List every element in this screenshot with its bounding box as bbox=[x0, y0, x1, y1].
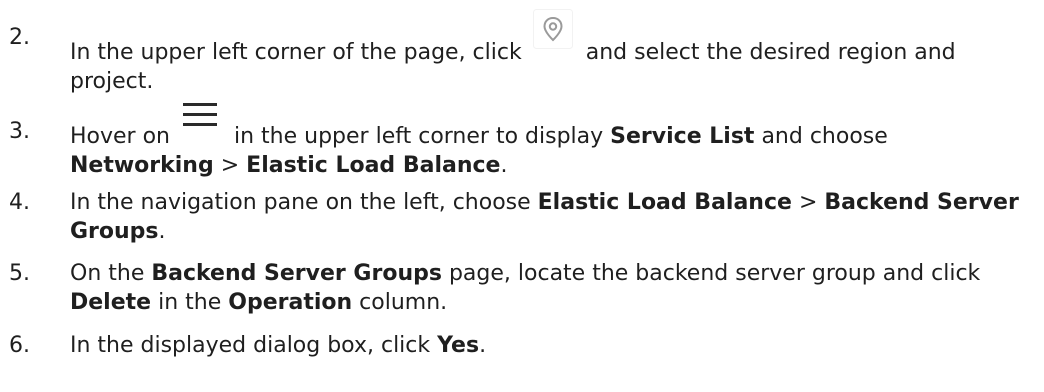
ui-term: Networking bbox=[70, 153, 214, 178]
step-number: 5. bbox=[9, 261, 30, 286]
punctuation: . bbox=[500, 153, 508, 178]
ui-term: Elastic Load Balance bbox=[246, 153, 501, 178]
step-number: 4. bbox=[9, 190, 30, 215]
step-2: 2. In the upper left corner of the page,… bbox=[0, 9, 1030, 96]
punctuation: . bbox=[158, 219, 166, 244]
step-text: On the bbox=[70, 261, 145, 286]
step-4: 4. In the navigation pane on the left, c… bbox=[0, 188, 1030, 246]
step-text: In the upper left corner of the page, cl… bbox=[70, 40, 522, 65]
hamburger-menu-icon bbox=[183, 101, 217, 129]
step-text: column. bbox=[359, 290, 448, 315]
step-5: 5. On the Backend Server Groups page, lo… bbox=[0, 259, 1030, 317]
step-6: 6. In the displayed dialog box, click Ye… bbox=[0, 331, 1030, 360]
step-text: page, locate the backend server group an… bbox=[448, 261, 981, 286]
step-number: 6. bbox=[9, 333, 30, 358]
ui-term: Operation bbox=[228, 290, 353, 315]
ui-term: Yes bbox=[437, 333, 480, 358]
step-number: 3. bbox=[9, 119, 30, 144]
step-number: 2. bbox=[9, 25, 30, 50]
step-text: in the upper left corner to display bbox=[234, 124, 604, 149]
step-text: Hover on bbox=[70, 124, 170, 149]
ui-term: Backend Server Groups bbox=[151, 261, 442, 286]
separator: > bbox=[220, 153, 240, 178]
step-text: in the bbox=[158, 290, 222, 315]
ui-term: Service List bbox=[610, 124, 755, 149]
ui-term: Elastic Load Balance bbox=[537, 190, 792, 215]
step-text: In the displayed dialog box, click bbox=[70, 333, 431, 358]
location-pin-icon bbox=[532, 9, 573, 49]
punctuation: . bbox=[479, 333, 487, 358]
step-text: and choose bbox=[761, 124, 888, 149]
step-3: 3. Hover on in the upper left corner to … bbox=[0, 103, 1030, 180]
ui-term: Delete bbox=[70, 290, 152, 315]
separator: > bbox=[798, 190, 818, 215]
step-text: In the navigation pane on the left, choo… bbox=[70, 190, 531, 215]
